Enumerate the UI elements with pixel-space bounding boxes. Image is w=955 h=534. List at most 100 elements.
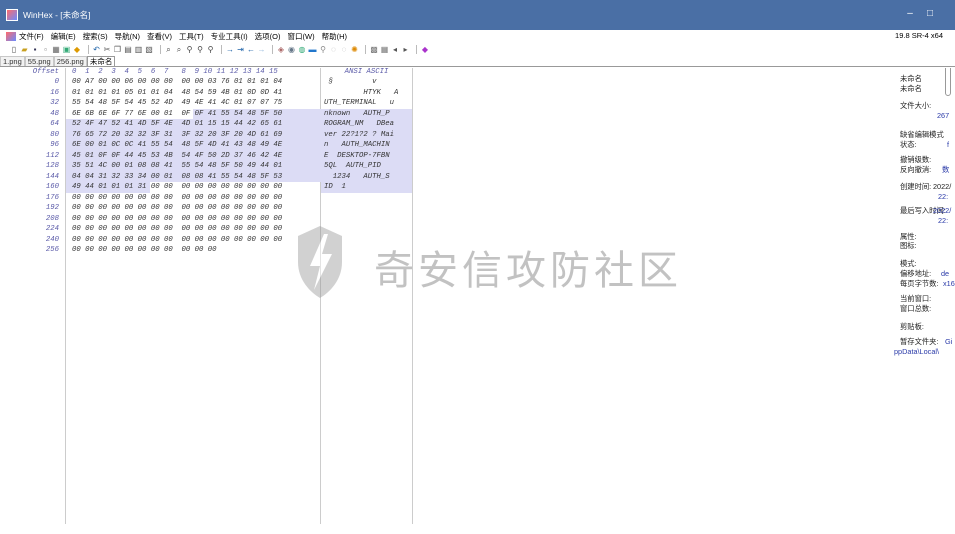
info-undo-level-label: 撤销级数:: [900, 155, 932, 164]
hex-column[interactable]: 0 1 2 3 4 5 6 7 8 9 10 11 12 13 14 15 00…: [66, 68, 321, 524]
ascii-row[interactable]: ID 1: [321, 182, 412, 193]
info-panel-scrollbar[interactable]: [945, 68, 951, 96]
new-file-icon[interactable]: ▯: [10, 45, 18, 54]
ascii-row[interactable]: [321, 245, 412, 256]
menu-edit[interactable]: 编辑(E): [51, 31, 76, 42]
hex-row[interactable]: 45 01 0F 0F 44 45 53 4B 54 4F 50 2D 37 4…: [66, 151, 320, 162]
tab-55-png[interactable]: 55.png: [24, 56, 54, 66]
replace-hex-icon[interactable]: ⚲: [196, 45, 204, 54]
info-undo-reverse-label: 反向撤消:: [900, 165, 932, 174]
ascii-row[interactable]: n AUTH_MACHIN: [321, 140, 412, 151]
document-menu-icon[interactable]: [6, 31, 16, 41]
open-ram-icon[interactable]: ◆: [73, 45, 81, 54]
hex-row[interactable]: 00 A7 00 00 06 00 00 00 00 00 03 76 01 0…: [66, 77, 320, 88]
menu-help[interactable]: 帮助(H): [322, 31, 347, 42]
menu-window[interactable]: 窗口(W): [288, 31, 315, 42]
offset-header: Offset: [32, 68, 59, 76]
save-icon[interactable]: ▪: [31, 45, 39, 54]
info-current-window-label: 当前窗口:: [900, 294, 932, 303]
window-title: WinHex - [未命名]: [23, 10, 91, 20]
ascii-row[interactable]: [321, 224, 412, 235]
diamond-icon[interactable]: ◆: [421, 45, 429, 54]
offset-column: Offset 0 16 32 48 64 80 96 112 128 144 160 176 192 20…: [4, 68, 66, 524]
write-clipboard-icon[interactable]: ▥: [135, 45, 143, 54]
menu-navigation[interactable]: 导航(N): [115, 31, 140, 42]
maximize-button[interactable]: □: [920, 8, 940, 19]
hex-row[interactable]: 76 65 72 20 32 32 3F 31 3F 32 20 3F 20 4…: [66, 130, 320, 141]
hex-row[interactable]: 00 00 00 00 00 00 00 00 00 00 00 00 00 0…: [66, 235, 320, 246]
tab-256-png[interactable]: 256.png: [53, 56, 87, 66]
hex-row[interactable]: 04 04 31 32 33 34 00 01 08 08 41 55 54 4…: [66, 172, 320, 183]
open-disk-icon[interactable]: ▣: [63, 45, 71, 54]
forward-arrow-icon[interactable]: →: [258, 45, 266, 54]
technical-details-icon[interactable]: ▩: [370, 45, 378, 54]
script-icon[interactable]: ◂: [391, 45, 399, 54]
menu-options[interactable]: 选项(O): [255, 31, 281, 42]
ascii-row[interactable]: nknown AUTH_P: [321, 108, 412, 119]
ascii-row[interactable]: E DESKTOP-7FBN: [321, 150, 412, 161]
status-bar: [0, 524, 955, 534]
disk-editor-icon[interactable]: ▬: [309, 45, 317, 54]
hex-row[interactable]: 00 00 00 00 00 00 00 00 00 00 00: [66, 245, 320, 256]
hex-row[interactable]: 01 01 01 01 05 01 01 04 48 54 59 4B 01 0…: [66, 88, 320, 99]
cut-icon[interactable]: ✂: [103, 45, 111, 54]
ascii-row[interactable]: [321, 214, 412, 225]
ascii-row[interactable]: § v: [321, 77, 412, 88]
back-arrow-icon[interactable]: ←: [247, 45, 255, 54]
hex-row[interactable]: 00 00 00 00 00 00 00 00 00 00 00 00 00 0…: [66, 224, 320, 235]
disk-tools-icon[interactable]: ◌: [330, 45, 338, 54]
hex-editor[interactable]: Offset 0 16 32 48 64 80 96 112 128 144 160 176 192 20…: [4, 68, 893, 524]
properties-icon[interactable]: ▦: [52, 45, 60, 54]
tools-icon[interactable]: ◍: [298, 45, 306, 54]
hex-row[interactable]: 00 00 00 00 00 00 00 00 00 00 00 00 00 0…: [66, 203, 320, 214]
find-text-icon[interactable]: ⌕: [165, 45, 173, 54]
menu-search[interactable]: 搜索(S): [83, 31, 108, 42]
ascii-row[interactable]: [321, 193, 412, 204]
flag-icon[interactable]: ▸: [402, 45, 410, 54]
ascii-row[interactable]: 1234 AUTH_S: [321, 171, 412, 182]
menu-specialist-tools[interactable]: 专业工具(I): [211, 31, 248, 42]
search-again-icon[interactable]: ⚲: [207, 45, 215, 54]
replace-text-icon[interactable]: ⚲: [186, 45, 194, 54]
options-icon[interactable]: ✺: [351, 45, 359, 54]
view-grid-icon[interactable]: ▦: [381, 45, 389, 54]
undo-icon[interactable]: ↶: [93, 45, 101, 54]
hex-row[interactable]: 35 51 4C 00 01 08 08 41 55 54 48 5F 50 4…: [66, 161, 320, 172]
hex-row[interactable]: 49 44 01 01 01 31 00 00 00 00 00 00 00 0…: [66, 182, 320, 193]
offset-cell: 64: [50, 120, 59, 128]
find-hex-icon[interactable]: ⌕: [175, 45, 183, 54]
paste-icon[interactable]: ▤: [124, 45, 132, 54]
print-icon[interactable]: ▫: [42, 45, 50, 54]
hex-row[interactable]: 52 4F 47 52 41 4D 5F 4E 4D 01 15 15 44 4…: [66, 119, 320, 130]
hex-row[interactable]: 00 00 00 00 00 00 00 00 00 00 00 00 00 0…: [66, 193, 320, 204]
ascii-row[interactable]: UTH_TERMINAL u: [321, 98, 412, 109]
info-clipboard-label: 剪贴板:: [900, 322, 924, 331]
tab-untitled[interactable]: 未命名: [86, 56, 116, 66]
ascii-row[interactable]: ver 22?1?2 ? Mai: [321, 129, 412, 140]
goto-offset-icon[interactable]: →: [226, 45, 234, 54]
hash-icon[interactable]: ◉: [288, 45, 296, 54]
copy-icon[interactable]: ❐: [114, 45, 122, 54]
ascii-row[interactable]: 5QL AUTH_PID: [321, 161, 412, 172]
ascii-row[interactable]: ROGRAM_NM DBea: [321, 119, 412, 130]
ram-tools-icon[interactable]: ◌: [340, 45, 348, 54]
ascii-row[interactable]: HTYK A: [321, 88, 412, 99]
ascii-column[interactable]: ANSI ASCII § v HTYK A UTH_TERMINAL u nknow…: [321, 68, 413, 524]
goto-sector-icon[interactable]: ⇥: [237, 45, 245, 54]
analyze-icon[interactable]: ⚲: [319, 45, 327, 54]
menu-view[interactable]: 查看(V): [147, 31, 172, 42]
calculator-icon[interactable]: ◈: [277, 45, 285, 54]
open-file-icon[interactable]: ▰: [21, 45, 29, 54]
hex-row[interactable]: 00 00 00 00 00 00 00 00 00 00 00 00 00 0…: [66, 214, 320, 225]
hex-header: 0 1 2 3 4 5 6 7 8 9 10 11 12 13 14 15: [72, 68, 278, 76]
paste-zero-icon[interactable]: ▧: [145, 45, 153, 54]
hex-row[interactable]: 6E 00 01 0C 0C 41 55 54 48 5F 4D 41 43 4…: [66, 140, 320, 151]
ascii-row[interactable]: [321, 235, 412, 246]
menu-tools[interactable]: 工具(T): [179, 31, 204, 42]
ascii-row[interactable]: [321, 203, 412, 214]
menu-file[interactable]: 文件(F): [19, 31, 44, 42]
minimize-button[interactable]: –: [900, 8, 920, 19]
hex-row[interactable]: 55 54 48 5F 54 45 52 4D 49 4E 41 4C 01 0…: [66, 98, 320, 109]
tab-1-png[interactable]: 1.png: [0, 56, 25, 66]
hex-row[interactable]: 6E 6B 6E 6F 77 6E 00 01 0F 0F 41 55 54 4…: [66, 109, 320, 120]
